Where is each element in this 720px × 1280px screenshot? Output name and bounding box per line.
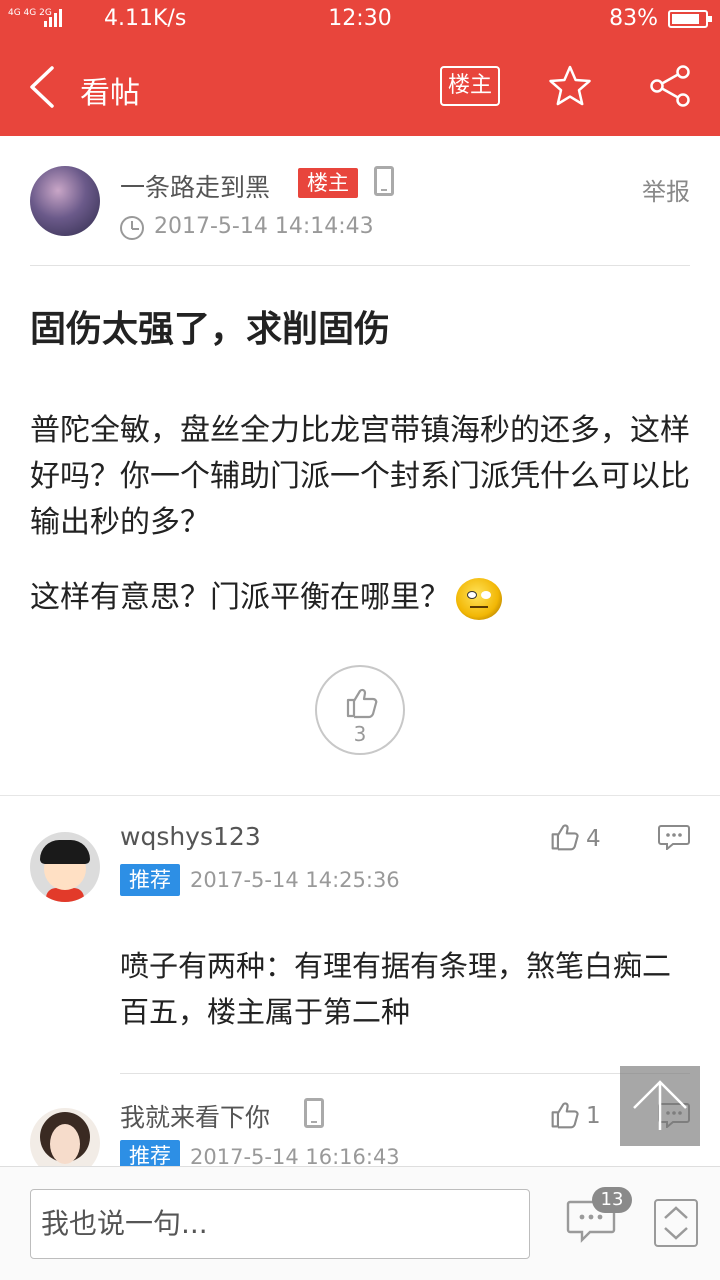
mobile-device-icon <box>374 166 394 196</box>
op-author-name[interactable]: 一条路走到黑 <box>120 168 270 204</box>
clock-icon <box>120 216 144 240</box>
back-to-top-button[interactable] <box>620 1066 700 1146</box>
comment-time: 2017-5-14 14:25:36 <box>190 868 400 892</box>
app-bar: 看帖 楼主 <box>0 38 720 136</box>
comment-body: 喷子有两种：有理有据有条理，煞笔白痴二百五，楼主属于第二种 <box>120 949 672 1029</box>
share-icon[interactable] <box>648 64 692 108</box>
op-post-time: 2017-5-14 14:14:43 <box>154 214 374 239</box>
chevron-up-down-icon <box>664 1206 688 1240</box>
comment-avatar[interactable] <box>30 832 100 902</box>
thumbs-up-icon <box>346 688 378 719</box>
op-badge: 楼主 <box>298 168 358 198</box>
recommend-badge: 推荐 <box>120 864 180 896</box>
comment-like-count: 4 <box>586 826 601 852</box>
post-body-text: 这样有意思？门派平衡在哪里？ <box>30 580 450 615</box>
post-body-line: 这样有意思？门派平衡在哪里？ <box>30 572 502 620</box>
thumbs-up-icon[interactable] <box>550 822 580 852</box>
comment-author-name[interactable]: wqshys123 <box>120 822 261 851</box>
back-icon[interactable] <box>24 62 64 112</box>
post-like-button[interactable]: 3 <box>315 665 405 755</box>
report-button[interactable]: 举报 <box>642 172 690 207</box>
op-avatar[interactable] <box>30 166 100 236</box>
star-icon[interactable] <box>548 64 592 108</box>
reply-icon[interactable] <box>658 824 690 850</box>
section-divider <box>0 795 720 796</box>
battery-percent: 83% <box>609 6 658 31</box>
comment-count-badge: 13 <box>592 1187 632 1213</box>
scroll-toggle-button[interactable] <box>654 1199 698 1247</box>
post-title: 固伤太强了，求削固伤 <box>30 309 391 350</box>
battery-icon <box>668 10 712 28</box>
comment-author-name[interactable]: 我就来看下你 <box>120 1098 270 1134</box>
only-op-button[interactable]: 楼主 <box>440 66 500 106</box>
reply-input[interactable]: 我也说一句... <box>30 1189 530 1259</box>
bottom-bar: 我也说一句... 13 <box>0 1166 720 1280</box>
mobile-device-icon <box>304 1098 324 1128</box>
post-body: 普陀全敏，盘丝全力比龙宫带镇海秒的还多，这样好吗？你一个辅助门派一个封系门派凭什… <box>30 413 690 540</box>
status-bar: 4G 4G 2G 4.11K/s 12:30 83% <box>0 0 720 38</box>
emoji-icon <box>456 577 502 620</box>
post-like-count: 3 <box>353 722 367 746</box>
divider <box>120 1073 690 1074</box>
page-title: 看帖 <box>80 76 140 111</box>
arrow-up-icon <box>633 1080 687 1130</box>
comment-like-count: 1 <box>586 1103 601 1129</box>
thumbs-up-icon[interactable] <box>550 1100 580 1130</box>
divider <box>30 265 690 266</box>
